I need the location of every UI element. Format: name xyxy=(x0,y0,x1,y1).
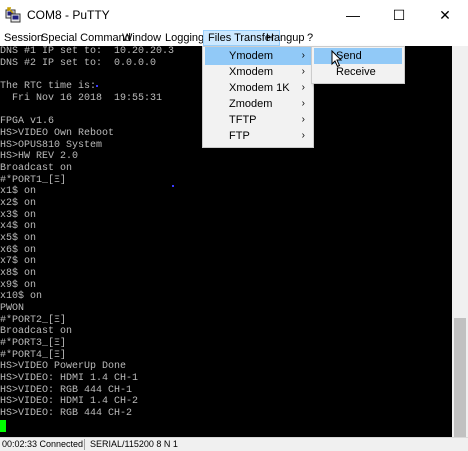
terminal-line: Broadcast on xyxy=(0,163,73,174)
chevron-right-icon: › xyxy=(301,130,305,141)
menu-hangup[interactable]: Hangup xyxy=(262,30,309,46)
menu-logging[interactable]: Logging xyxy=(161,30,208,46)
connection-status: 00:02:33 Connected xyxy=(2,439,84,449)
menu-window[interactable]: Window xyxy=(118,30,165,46)
menu-bar: Session Special Command Window Logging F… xyxy=(0,30,468,47)
terminal-line: x8$ on xyxy=(0,268,37,279)
status-bar: 00:02:33 Connected SERIAL/115200 8 N 1 xyxy=(0,437,468,451)
terminal-cursor xyxy=(0,420,6,432)
files-transfer-dropdown: Ymodem › Xmodem › Xmodem 1K › Zmodem › T… xyxy=(202,46,314,148)
terminal-line: Fri Nov 16 2018 19:55:31 xyxy=(0,93,163,104)
status-divider xyxy=(84,439,85,450)
terminal-line: HS>VIDEO Own Reboot xyxy=(0,128,115,139)
close-button[interactable]: ✕ xyxy=(422,0,468,30)
stray-pixel xyxy=(172,185,174,187)
menu-item-ftp[interactable]: FTP › xyxy=(205,127,311,145)
maximize-button[interactable]: ☐ xyxy=(376,0,422,30)
minimize-button[interactable]: — xyxy=(330,0,376,30)
terminal-line: x5$ on xyxy=(0,233,37,244)
title-bar: COM8 - PuTTY — ☐ ✕ xyxy=(0,0,468,30)
terminal-line: HS>HW REV 2.0 xyxy=(0,151,79,162)
terminal-line: HS>VIDEO: HDMI 1.4 CH-2 xyxy=(0,396,139,407)
terminal-line: The RTC time is: xyxy=(0,81,97,92)
stray-pixel xyxy=(96,85,98,87)
terminal-line: x2$ on xyxy=(0,198,37,209)
terminal-line: HS>VIDEO: HDMI 1.4 CH-1 xyxy=(0,373,139,384)
terminal-line: FPGA v1.6 xyxy=(0,116,55,127)
terminal-line: x1$ on xyxy=(0,186,37,197)
terminal-line: DNS #2 IP set to: 0.0.0.0 xyxy=(0,58,157,69)
putty-app-icon[interactable] xyxy=(5,7,21,23)
menu-item-send[interactable]: Send xyxy=(314,48,402,64)
menu-item-label: FTP xyxy=(229,130,250,142)
terminal-line: x10$ on xyxy=(0,291,43,302)
maximize-icon: ☐ xyxy=(392,6,406,23)
menu-help[interactable]: ? xyxy=(303,30,317,46)
mouse-pointer-icon xyxy=(331,50,343,68)
terminal-line: x4$ on xyxy=(0,221,37,232)
terminal-line: Broadcast on xyxy=(0,326,73,337)
window-title: COM8 - PuTTY xyxy=(27,8,110,22)
terminal-line: PWON xyxy=(0,303,25,314)
serial-settings: SERIAL/115200 8 N 1 xyxy=(90,439,178,449)
menu-item-receive[interactable]: Receive xyxy=(314,64,402,80)
minimize-icon: — xyxy=(346,7,360,23)
terminal-line: #*PORT3_[Ξ] xyxy=(0,338,67,349)
terminal-line: HS>VIDEO PowerUp Done xyxy=(0,361,127,372)
close-icon: ✕ xyxy=(439,6,451,23)
scrollbar-thumb[interactable] xyxy=(454,318,466,437)
ymodem-submenu: Send Receive xyxy=(311,46,405,84)
terminal-line: x7$ on xyxy=(0,256,37,267)
terminal-line: HS>VIDEO: RGB 444 CH-2 xyxy=(0,408,133,419)
terminal-line: DNS #1 IP set to: 10.20.20.3 xyxy=(0,46,175,57)
